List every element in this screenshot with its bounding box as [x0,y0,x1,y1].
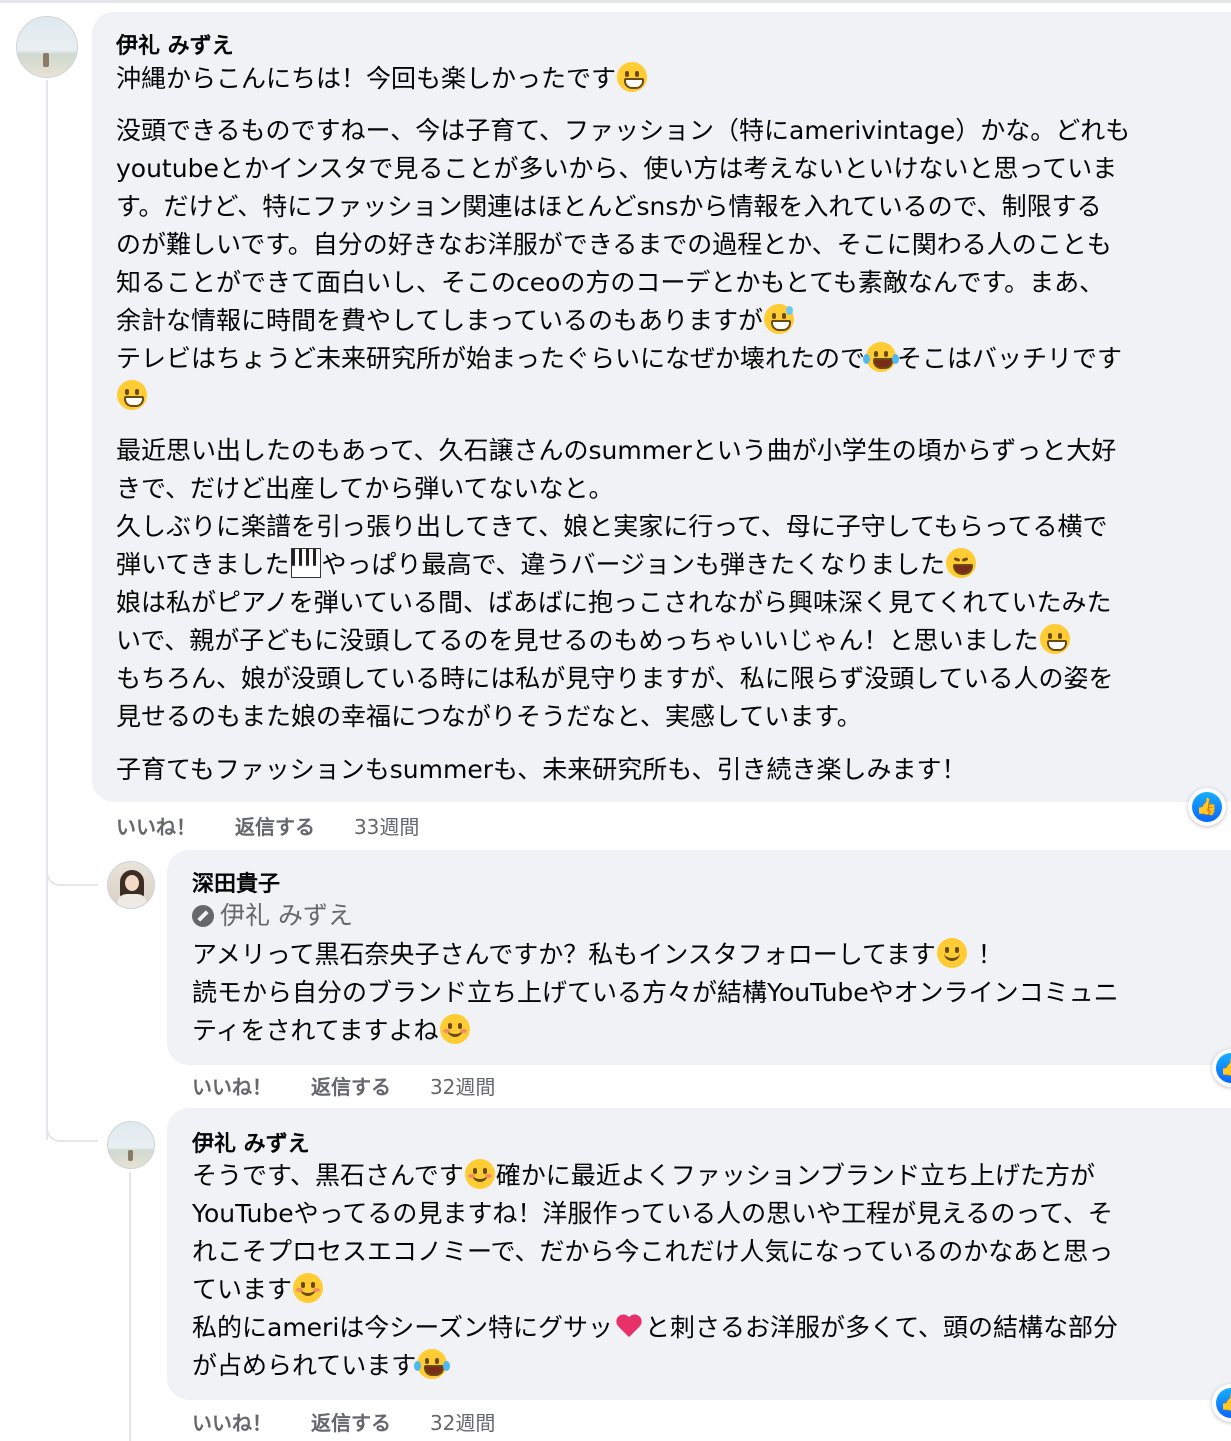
comment-text: 没頭できるものですねー、今は子育て、ファッション（特にamerivintage）… [116,112,1130,416]
avatar[interactable] [107,1121,155,1169]
grin-emoji [617,62,648,92]
like-button[interactable]: いいね！ [192,1071,272,1100]
timestamp[interactable]: 32週間 [430,1407,495,1436]
comment-actions: いいね！ 返信する 32週間 [192,1071,495,1100]
like-button[interactable]: いいね！ [192,1407,272,1436]
comment-author[interactable]: 深田貴子 [192,866,280,898]
piano-emoji [290,548,321,578]
comment-author[interactable]: 伊礼 みずえ [116,28,234,60]
sweat-smile-emoji [764,304,795,334]
smile-emoji [936,938,967,968]
tears-of-joy-emoji [414,1349,451,1379]
laughing-emoji [946,548,977,578]
blush-emoji [293,1273,324,1303]
reply-button[interactable]: 返信する [311,1407,391,1436]
reply-button[interactable]: 返信する [235,811,315,840]
top-divider [0,0,1231,3]
reaction-badge[interactable]: 👍 [1188,788,1226,826]
comment-text: 沖縄からこんにちは！今回も楽しかったです [116,60,648,98]
timestamp[interactable]: 33週間 [354,811,419,840]
tears-of-joy-emoji [863,342,900,372]
thread-branch [46,866,98,886]
blush-emoji [464,1159,495,1189]
thread-line [46,80,48,1140]
comment-text: アメリって黒石奈央子さんですか？私もインスタフォローしてます！ 読モから自分のブ… [192,938,1119,1045]
grin-emoji [1039,624,1070,654]
avatar[interactable] [107,861,155,909]
comment-text: 最近思い出したのもあって、久石譲さんのsummerという曲が小学生の頃からずっと… [116,436,1117,731]
timestamp[interactable]: 32週間 [430,1071,495,1100]
heart-arrow-emoji [614,1311,644,1341]
reply-button[interactable]: 返信する [311,1071,391,1100]
comment-author[interactable]: 伊礼 みずえ [192,1126,310,1158]
comment-actions: いいね！ 返信する 33週間 [116,811,419,840]
thread-branch [46,1122,98,1142]
reply-mention[interactable]: 伊礼 みずえ [192,897,353,935]
blush-emoji [439,1014,470,1044]
like-icon: 👍 [1192,792,1222,822]
like-icon: 👍 [1216,1053,1231,1083]
comment-text: そうです、黒石さんです 確かに最近よくファッションブランド立ち上げた方が YouT… [192,1159,1119,1380]
comment-actions: いいね！ 返信する 32週間 [192,1407,495,1436]
comment-text: 子育てもファッションもsummerも、未来研究所も、引き続き楽しみます！ [116,755,967,784]
thread-line [129,1172,131,1441]
grin-emoji [117,380,147,410]
like-button[interactable]: いいね！ [116,811,196,840]
tag-icon [192,905,214,927]
like-icon: 👍 [1216,1388,1231,1418]
avatar[interactable] [16,16,78,78]
